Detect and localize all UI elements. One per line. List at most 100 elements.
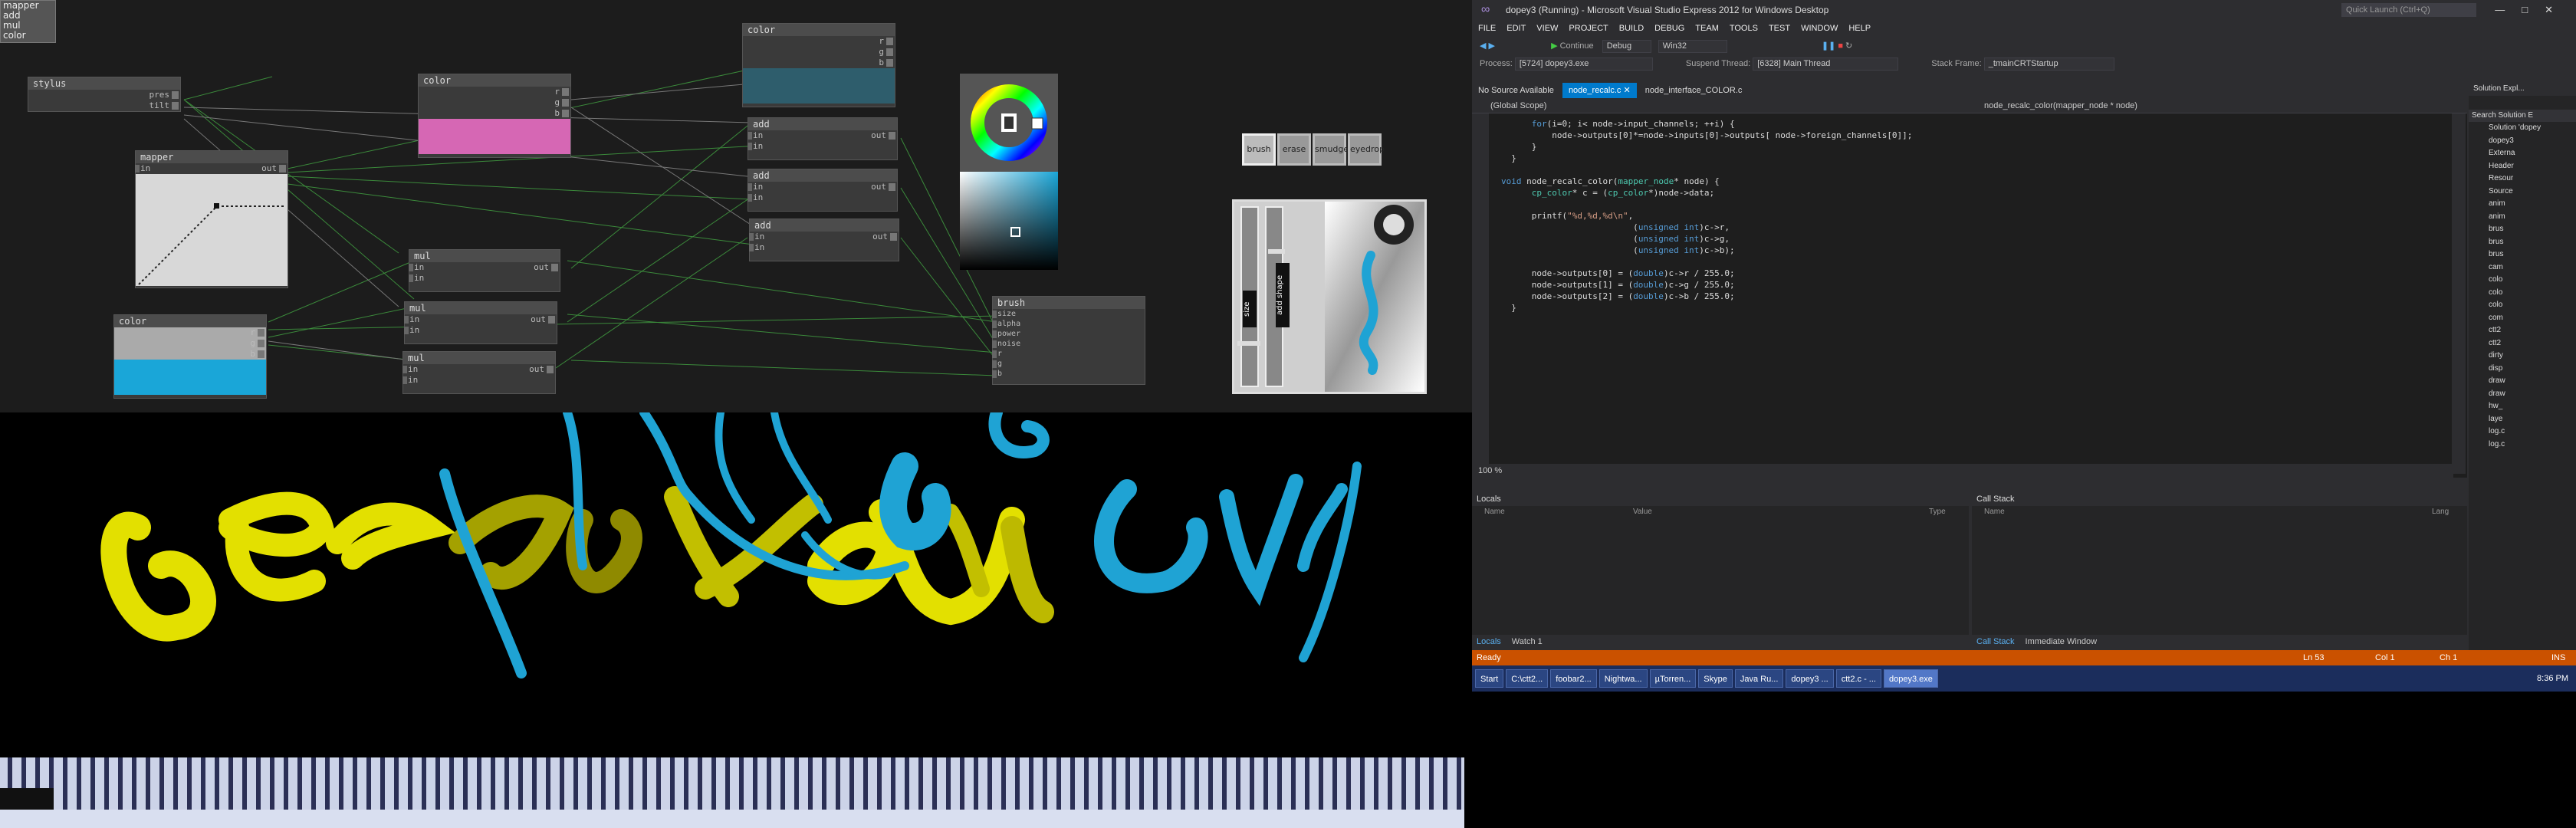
taskbar-item[interactable]: C:\ctt2... xyxy=(1506,669,1549,688)
menu-team[interactable]: TEAM xyxy=(1695,24,1719,33)
code-editor[interactable]: No Source Available node_recalc.c ✕ node… xyxy=(1472,83,2467,478)
port-g[interactable]: g xyxy=(992,359,1145,369)
col-type[interactable]: Type xyxy=(1929,506,1946,518)
add-node-2[interactable]: add in out in xyxy=(748,169,898,212)
node-title[interactable]: color xyxy=(114,315,266,327)
config-select[interactable]: Debug xyxy=(1602,39,1651,53)
color-node-pink[interactable]: color r g b xyxy=(418,74,571,158)
col-name[interactable]: Name xyxy=(1484,508,1505,516)
taskbar-item[interactable]: dopey3.exe xyxy=(1883,669,1938,688)
platform-select[interactable]: Win32 xyxy=(1658,39,1727,53)
solution-item[interactable]: Header xyxy=(2489,160,2576,173)
node-title[interactable]: add xyxy=(748,118,897,130)
col-name[interactable]: Name xyxy=(1984,508,2005,516)
port-alpha[interactable]: alpha xyxy=(992,319,1145,329)
solution-item[interactable]: brus xyxy=(2489,236,2576,249)
hue-wheel[interactable] xyxy=(960,74,1058,172)
port-g[interactable]: g xyxy=(419,97,570,108)
solution-item[interactable]: Source xyxy=(2489,186,2576,199)
port-size[interactable]: size xyxy=(992,309,1145,319)
taskbar-item[interactable]: Nightwa... xyxy=(1598,669,1648,688)
port-in[interactable]: in xyxy=(404,325,557,336)
menu-build[interactable]: BUILD xyxy=(1619,24,1644,33)
node-title[interactable]: brush xyxy=(993,297,1145,309)
solution-item[interactable]: colo xyxy=(2489,299,2576,312)
port-in[interactable]: in out xyxy=(749,232,899,242)
tool-eyedrop[interactable]: eyedrop xyxy=(1348,133,1385,166)
port-b[interactable]: b xyxy=(114,349,266,360)
port-power[interactable]: power xyxy=(992,329,1145,339)
port-in[interactable]: in out xyxy=(404,314,557,325)
tab-callstack[interactable]: Call Stack xyxy=(1976,637,2015,646)
menu-item-color[interactable]: color xyxy=(3,31,55,41)
tab-node-recalc[interactable]: node_recalc.c ✕ xyxy=(1562,83,1637,98)
node-title[interactable]: color xyxy=(419,74,570,87)
col-lang[interactable]: Lang xyxy=(2432,506,2449,518)
node-title[interactable]: color xyxy=(743,24,895,36)
solution-item[interactable]: anim xyxy=(2489,211,2576,224)
restore-icon[interactable]: □ xyxy=(2522,4,2545,15)
taskbar-item[interactable]: foobar2... xyxy=(1550,669,1597,688)
mapper-curve-editor[interactable] xyxy=(136,174,288,286)
solution-item[interactable]: Resour xyxy=(2489,172,2576,186)
node-title[interactable]: stylus xyxy=(28,77,180,90)
solution-item[interactable]: colo xyxy=(2489,287,2576,300)
taskbar-item[interactable]: ctt2.c - ... xyxy=(1835,669,1881,688)
stop-icon[interactable]: ■ xyxy=(1838,41,1843,51)
slider-handle-left[interactable] xyxy=(1237,341,1260,346)
port-in[interactable]: in xyxy=(409,273,560,284)
solution-item[interactable]: ctt2 xyxy=(2489,337,2576,350)
brush-node[interactable]: brush size alpha power noise r g b xyxy=(992,296,1145,385)
continue-icon[interactable]: ▶ xyxy=(1551,41,1557,51)
node-title[interactable]: add xyxy=(750,219,899,232)
port-in[interactable]: in out xyxy=(748,182,897,192)
code-text[interactable]: for(i=0; i< node->input_channels; ++i) {… xyxy=(1501,118,1912,314)
node-title[interactable]: mapper xyxy=(136,151,288,163)
add-node-3[interactable]: add in out in xyxy=(749,219,899,261)
solution-item[interactable]: log.c xyxy=(2489,426,2576,439)
clock[interactable]: 8:36 PM xyxy=(2537,665,2568,692)
solution-item[interactable]: Solution 'dopey xyxy=(2489,122,2576,135)
mapper-node[interactable]: mapper in out xyxy=(135,150,288,288)
menu-test[interactable]: TEST xyxy=(1769,24,1790,33)
menu-tools[interactable]: TOOLS xyxy=(1730,24,1758,33)
solution-item[interactable]: hw_ xyxy=(2489,400,2576,413)
stylus-node[interactable]: stylus pres tilt xyxy=(28,77,181,112)
port-g[interactable]: g xyxy=(743,47,895,58)
editor-scrollbar[interactable] xyxy=(2452,113,2466,474)
port-pres[interactable]: pres xyxy=(28,90,180,100)
port-b[interactable]: b xyxy=(992,369,1145,379)
brush-preview-panel[interactable]: size add shape xyxy=(1232,199,1427,394)
minimize-icon[interactable]: — xyxy=(2495,4,2522,15)
solution-item[interactable]: dirty xyxy=(2489,350,2576,363)
add-node-1[interactable]: add in out in xyxy=(748,117,898,160)
tab-node-interface-color[interactable]: node_interface_COLOR.c xyxy=(1639,83,1749,98)
port-in[interactable]: in xyxy=(749,242,899,253)
close-icon[interactable]: ✕ xyxy=(2545,4,2570,15)
solution-item[interactable]: brus xyxy=(2489,223,2576,236)
port-b[interactable]: b xyxy=(419,108,570,119)
quick-launch-input[interactable]: Quick Launch (Ctrl+Q) xyxy=(2341,3,2476,17)
port-r[interactable]: r xyxy=(419,87,570,97)
color-picker[interactable] xyxy=(960,74,1058,270)
tool-smudge[interactable]: smudge xyxy=(1313,133,1349,166)
menu-project[interactable]: PROJECT xyxy=(1569,24,1608,33)
port-in[interactable]: in out xyxy=(748,130,897,141)
restart-icon[interactable]: ↻ xyxy=(1845,41,1852,51)
mul-node-3[interactable]: mul in out in xyxy=(402,351,556,394)
node-title[interactable]: mul xyxy=(403,352,555,364)
menu-window[interactable]: WINDOW xyxy=(1801,24,1838,33)
solution-item[interactable]: draw xyxy=(2489,388,2576,401)
port-noise[interactable]: noise xyxy=(992,339,1145,349)
port-tilt[interactable]: tilt xyxy=(28,100,180,111)
back-icon[interactable]: ◀ xyxy=(1480,41,1486,51)
taskbar-item[interactable]: dopey3 ... xyxy=(1786,669,1834,688)
solution-item[interactable]: disp xyxy=(2489,363,2576,376)
solution-explorer[interactable]: Solution Expl... Search Solution E Solut… xyxy=(2469,83,2576,650)
port-b[interactable]: b xyxy=(743,58,895,68)
port-r[interactable]: r xyxy=(743,36,895,47)
continue-label[interactable]: Continue xyxy=(1560,41,1594,51)
solution-item[interactable]: dopey3 xyxy=(2489,135,2576,148)
solution-item[interactable]: brus xyxy=(2489,248,2576,261)
node-title[interactable]: mul xyxy=(409,250,560,262)
